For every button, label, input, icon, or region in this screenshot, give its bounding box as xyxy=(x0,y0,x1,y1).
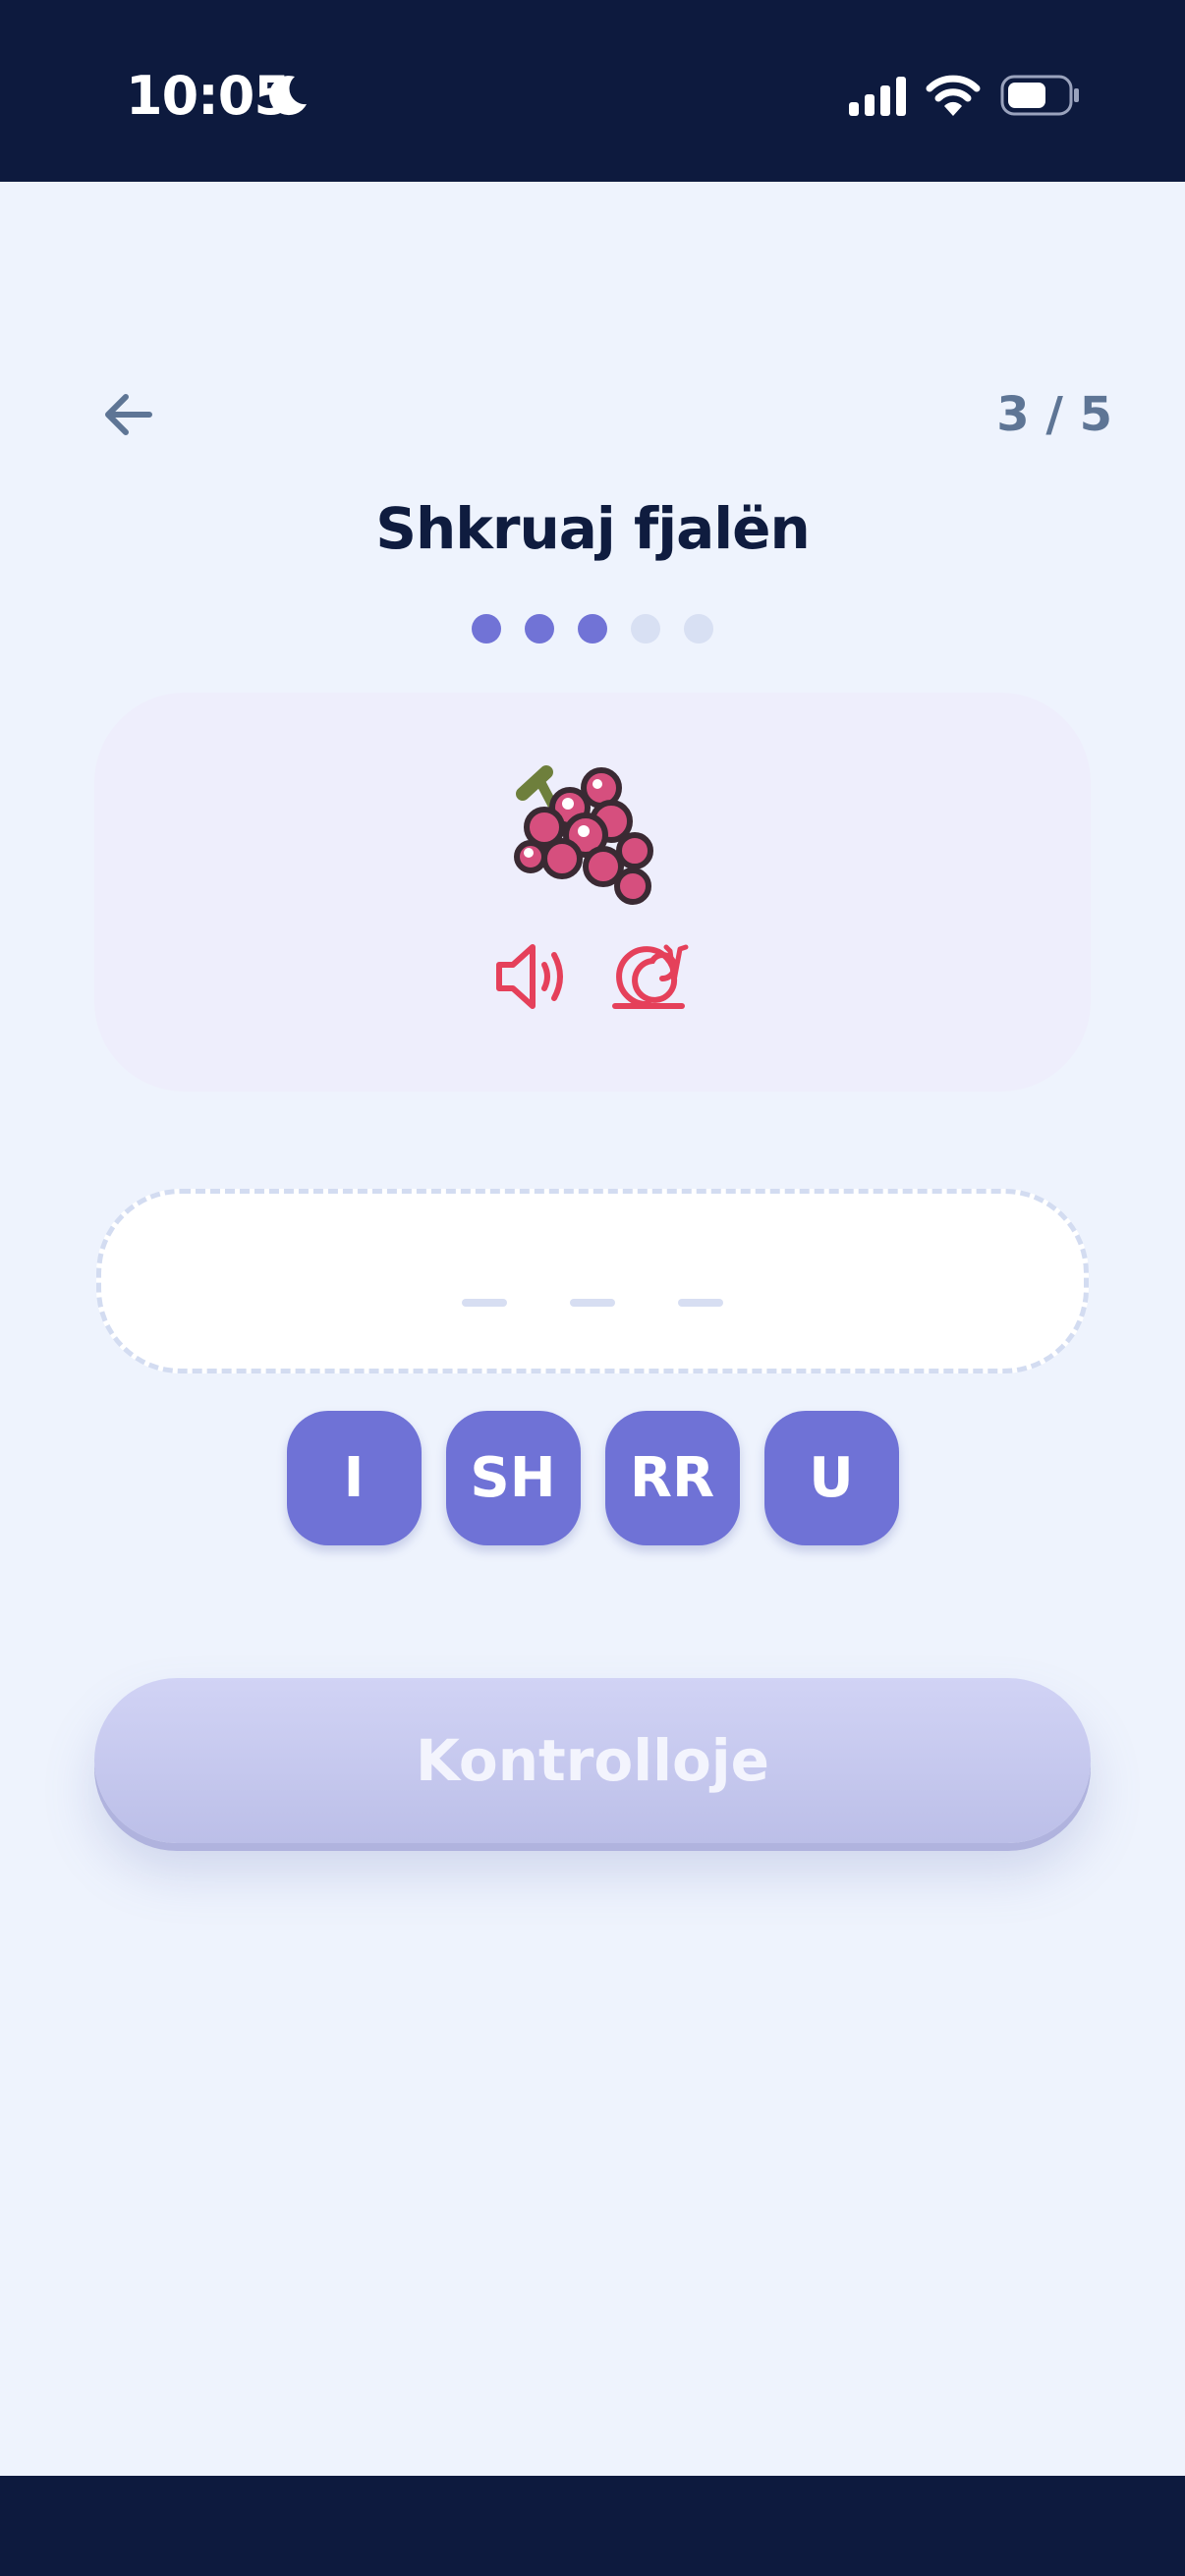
progress-counter: 3 / 5 xyxy=(996,387,1112,442)
page-title: Shkruaj fjalën xyxy=(375,495,811,562)
answer-slot xyxy=(678,1299,723,1307)
wifi-icon xyxy=(926,75,981,116)
home-indicator-bar xyxy=(0,2476,1185,2576)
battery-icon xyxy=(1000,75,1079,116)
back-button[interactable] xyxy=(94,381,161,448)
step-dot xyxy=(525,614,554,644)
step-dot xyxy=(684,614,713,644)
speaker-icon[interactable] xyxy=(493,941,572,1012)
arrow-left-icon xyxy=(105,394,152,435)
letter-tiles: I SH RR U xyxy=(0,1411,1185,1545)
step-indicator xyxy=(0,614,1185,644)
moon-icon xyxy=(269,76,307,116)
letter-tile-u[interactable]: U xyxy=(763,1411,899,1545)
step-dot xyxy=(631,614,660,644)
letter-tile-sh[interactable]: SH xyxy=(445,1411,581,1545)
answer-box[interactable] xyxy=(96,1189,1089,1373)
snail-icon[interactable] xyxy=(609,939,692,1014)
answer-slot xyxy=(570,1299,615,1307)
status-bar: 10:05 xyxy=(0,0,1185,182)
grape-icon xyxy=(514,765,653,905)
step-dot xyxy=(472,614,501,644)
step-dot xyxy=(578,614,607,644)
letter-tile-rr[interactable]: RR xyxy=(604,1411,740,1545)
answer-slots xyxy=(0,1299,1185,1307)
signal-icon xyxy=(849,77,906,116)
letter-tile-i[interactable]: I xyxy=(286,1411,422,1545)
answer-slot xyxy=(462,1299,507,1307)
check-button[interactable]: Kontrolloje xyxy=(94,1678,1091,1843)
